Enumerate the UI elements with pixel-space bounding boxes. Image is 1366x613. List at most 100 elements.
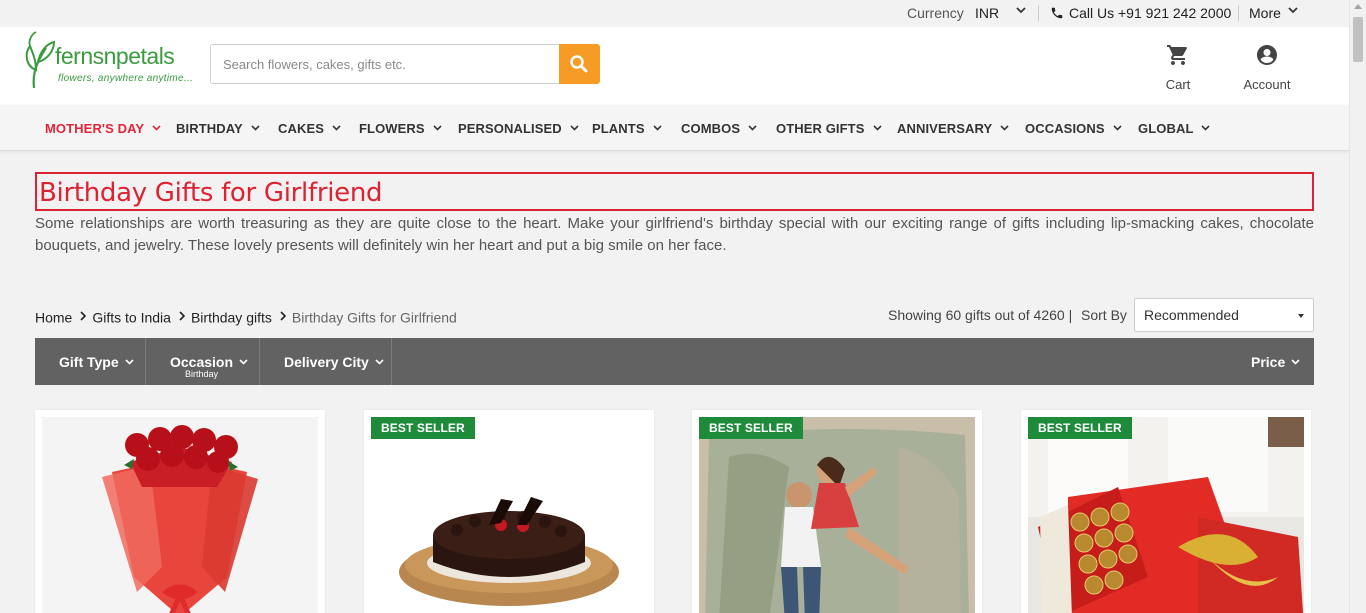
nav-item-personalised[interactable]: PERSONALISED	[458, 121, 579, 136]
nav-item-label: COMBOS	[681, 121, 741, 136]
nav-item-flowers[interactable]: FLOWERS	[359, 121, 442, 136]
page: Currency INR Call Us +91 921 242 2000 Mo…	[0, 0, 1349, 613]
scrollbar-thumb[interactable]	[1353, 17, 1363, 62]
search-button[interactable]	[559, 44, 600, 84]
nav-item-label: PERSONALISED	[458, 121, 562, 136]
sort-select[interactable]: Recommended	[1134, 298, 1314, 332]
chevron-right-icon	[280, 311, 286, 321]
main-nav: MOTHER'S DAY BIRTHDAY CAKES FLOWERS PERS…	[0, 105, 1349, 151]
nav-item-anniversary[interactable]: ANNIVERSARY	[897, 121, 1009, 136]
nav-item-birthday[interactable]: BIRTHDAY	[176, 121, 260, 136]
site-header: fernsnpetals flowers, anywhere anytime..…	[0, 27, 1349, 105]
caret-down-icon	[1298, 314, 1304, 318]
currency-select[interactable]: INR	[975, 5, 999, 21]
filter-label: Price	[1251, 354, 1286, 370]
chevron-right-icon	[80, 311, 87, 321]
scroll-up-arrow-icon[interactable]	[1354, 4, 1362, 9]
sort-value: Recommended	[1144, 307, 1239, 323]
breadcrumb-home[interactable]: Home	[35, 309, 72, 325]
filter-delivery-city[interactable]: Delivery City	[260, 338, 392, 385]
page-title-box: Birthday Gifts for Girlfriend	[35, 172, 1314, 211]
chevron-down-icon	[748, 125, 757, 131]
chevron-down-icon	[125, 359, 134, 365]
product-card[interactable]	[35, 410, 325, 613]
phone-icon	[1051, 7, 1063, 19]
logo-wordmark: fernsnpetals	[55, 43, 175, 69]
more-menu[interactable]: More	[1249, 5, 1281, 21]
breadcrumb-birthday-gifts[interactable]: Birthday gifts	[191, 309, 272, 325]
chevron-down-icon	[239, 359, 248, 365]
filter-label: Gift Type	[59, 354, 119, 370]
breadcrumb: Home Gifts to India Birthday gifts Birthday…	[35, 308, 457, 325]
filter-label: Occasion	[170, 354, 234, 370]
nav-item-plants[interactable]: PLANTS	[592, 121, 662, 136]
search-input[interactable]	[210, 44, 559, 84]
chevron-down-icon	[1113, 125, 1122, 131]
nav-item-label: GLOBAL	[1138, 121, 1194, 136]
chevron-down-icon	[1201, 125, 1211, 131]
chevron-down-icon	[251, 125, 260, 131]
chevron-down-icon	[570, 125, 579, 131]
filter-gift-type[interactable]: Gift Type	[35, 338, 146, 385]
filter-occasion[interactable]: Occasion Birthday	[146, 338, 260, 385]
vertical-scrollbar[interactable]	[1349, 0, 1366, 613]
nav-item-mothers-day[interactable]: MOTHER'S DAY	[45, 121, 161, 136]
cart-button[interactable]: Cart	[1158, 43, 1198, 93]
call-us-link[interactable]: Call Us +91 921 242 2000	[1069, 5, 1231, 21]
divider	[1038, 5, 1039, 21]
filter-bar: Gift Type Occasion Birthday Delivery Cit…	[35, 338, 1314, 385]
logo-tagline: flowers, anywhere anytime...	[58, 73, 194, 84]
chevron-down-icon[interactable]	[1016, 7, 1026, 14]
nav-item-label: MOTHER'S DAY	[45, 121, 145, 136]
chevron-down-icon	[152, 125, 161, 131]
product-card[interactable]: BEST SELLER	[364, 410, 654, 613]
nav-item-label: CAKES	[278, 121, 325, 136]
nav-item-label: FLOWERS	[359, 121, 425, 136]
chevron-down-icon	[653, 125, 662, 131]
filter-price[interactable]: Price	[1251, 354, 1300, 370]
cart-icon	[1167, 45, 1187, 65]
nav-item-label: OTHER GIFTS	[776, 121, 865, 136]
best-seller-badge: BEST SELLER	[371, 417, 475, 439]
top-utility-bar: Currency INR Call Us +91 921 242 2000 Mo…	[0, 0, 1349, 27]
chevron-down-icon	[1291, 359, 1300, 365]
currency-label: Currency	[907, 5, 964, 21]
cart-label: Cart	[1165, 77, 1191, 92]
filter-occasion-selected: Birthday	[185, 369, 219, 379]
product-image-roses[interactable]	[42, 417, 318, 613]
product-card[interactable]: BEST SELLER	[1021, 410, 1311, 613]
breadcrumb-current: Birthday Gifts for Girlfriend	[291, 309, 457, 326]
product-card[interactable]: BEST SELLER	[692, 410, 982, 613]
nav-item-label: BIRTHDAY	[176, 121, 243, 136]
nav-item-other-gifts[interactable]: OTHER GIFTS	[776, 121, 882, 136]
product-image-ferrero-bouquet[interactable]	[1028, 417, 1304, 613]
nav-item-combos[interactable]: COMBOS	[681, 121, 757, 136]
filter-label: Delivery City	[284, 354, 369, 370]
product-image-cake[interactable]	[371, 417, 647, 613]
sort-label: Sort By	[1081, 307, 1127, 323]
account-button[interactable]: Account	[1236, 43, 1298, 93]
chevron-down-icon	[375, 359, 384, 365]
account-icon	[1257, 45, 1277, 65]
search-icon	[570, 55, 588, 73]
logo-leaf-icon	[25, 31, 56, 89]
page-description: Some relationships are worth treasuring …	[35, 215, 1314, 254]
chevron-right-icon	[179, 311, 185, 321]
product-image-cushion[interactable]	[699, 417, 975, 613]
best-seller-badge: BEST SELLER	[1028, 417, 1132, 439]
logo[interactable]: fernsnpetals flowers, anywhere anytime..…	[24, 30, 194, 92]
breadcrumb-gifts-to-india[interactable]: Gifts to India	[92, 309, 171, 325]
results-count: Showing 60 gifts out of 4260 |	[888, 307, 1073, 323]
chevron-down-icon	[1000, 125, 1009, 131]
chevron-down-icon	[872, 125, 882, 131]
nav-item-label: ANNIVERSARY	[897, 121, 993, 136]
best-seller-badge: BEST SELLER	[699, 417, 803, 439]
nav-item-occasions[interactable]: OCCASIONS	[1025, 121, 1122, 136]
chevron-down-icon[interactable]	[1288, 7, 1298, 14]
nav-item-cakes[interactable]: CAKES	[278, 121, 341, 136]
page-title: Birthday Gifts for Girlfriend	[39, 178, 383, 208]
nav-item-label: PLANTS	[592, 121, 645, 136]
chevron-down-icon	[332, 125, 341, 131]
nav-item-label: OCCASIONS	[1025, 121, 1105, 136]
nav-item-global[interactable]: GLOBAL	[1138, 121, 1211, 136]
